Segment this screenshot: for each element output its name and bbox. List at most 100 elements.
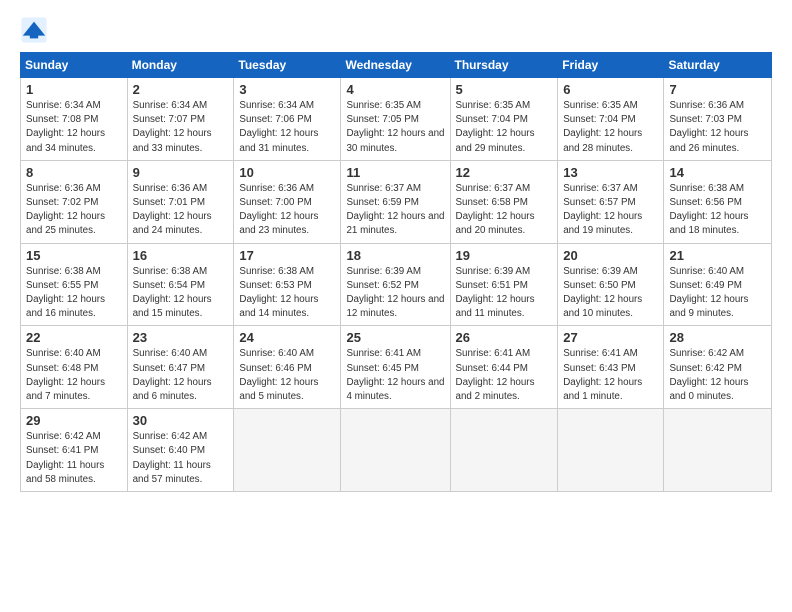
day-info: Sunrise: 6:34 AMSunset: 7:08 PMDaylight:… [26, 100, 105, 154]
day-number: 6 [563, 82, 658, 97]
calendar-cell: 11 Sunrise: 6:37 AMSunset: 6:59 PMDaylig… [341, 160, 450, 243]
calendar-cell: 21 Sunrise: 6:40 AMSunset: 6:49 PMDaylig… [664, 243, 772, 326]
calendar-cell: 23 Sunrise: 6:40 AMSunset: 6:47 PMDaylig… [127, 326, 234, 409]
calendar-cell: 26 Sunrise: 6:41 AMSunset: 6:44 PMDaylig… [450, 326, 558, 409]
day-info: Sunrise: 6:40 AMSunset: 6:48 PMDaylight:… [26, 348, 105, 402]
day-number: 5 [456, 82, 553, 97]
day-number: 14 [669, 165, 766, 180]
day-info: Sunrise: 6:40 AMSunset: 6:49 PMDaylight:… [669, 266, 748, 320]
day-number: 29 [26, 413, 122, 428]
calendar-cell [664, 409, 772, 492]
day-number: 23 [133, 330, 229, 345]
day-info: Sunrise: 6:41 AMSunset: 6:44 PMDaylight:… [456, 348, 535, 402]
calendar-cell: 18 Sunrise: 6:39 AMSunset: 6:52 PMDaylig… [341, 243, 450, 326]
calendar-cell: 6 Sunrise: 6:35 AMSunset: 7:04 PMDayligh… [558, 78, 664, 161]
day-number: 3 [239, 82, 335, 97]
day-info: Sunrise: 6:37 AMSunset: 6:57 PMDaylight:… [563, 183, 642, 237]
day-info: Sunrise: 6:35 AMSunset: 7:05 PMDaylight:… [346, 100, 444, 154]
header-sunday: Sunday [21, 53, 128, 78]
day-number: 22 [26, 330, 122, 345]
header-thursday: Thursday [450, 53, 558, 78]
day-number: 12 [456, 165, 553, 180]
calendar-cell: 13 Sunrise: 6:37 AMSunset: 6:57 PMDaylig… [558, 160, 664, 243]
calendar-cell: 2 Sunrise: 6:34 AMSunset: 7:07 PMDayligh… [127, 78, 234, 161]
calendar-cell: 5 Sunrise: 6:35 AMSunset: 7:04 PMDayligh… [450, 78, 558, 161]
calendar-table: SundayMondayTuesdayWednesdayThursdayFrid… [20, 52, 772, 492]
calendar-cell [558, 409, 664, 492]
calendar-cell: 12 Sunrise: 6:37 AMSunset: 6:58 PMDaylig… [450, 160, 558, 243]
calendar-cell: 24 Sunrise: 6:40 AMSunset: 6:46 PMDaylig… [234, 326, 341, 409]
logo [20, 16, 52, 44]
day-info: Sunrise: 6:38 AMSunset: 6:53 PMDaylight:… [239, 266, 318, 320]
header-tuesday: Tuesday [234, 53, 341, 78]
week-row-3: 15 Sunrise: 6:38 AMSunset: 6:55 PMDaylig… [21, 243, 772, 326]
day-number: 27 [563, 330, 658, 345]
day-info: Sunrise: 6:40 AMSunset: 6:47 PMDaylight:… [133, 348, 212, 402]
day-info: Sunrise: 6:39 AMSunset: 6:52 PMDaylight:… [346, 266, 444, 320]
day-number: 24 [239, 330, 335, 345]
day-info: Sunrise: 6:39 AMSunset: 6:50 PMDaylight:… [563, 266, 642, 320]
calendar-cell: 28 Sunrise: 6:42 AMSunset: 6:42 PMDaylig… [664, 326, 772, 409]
day-number: 9 [133, 165, 229, 180]
day-info: Sunrise: 6:42 AMSunset: 6:40 PMDaylight:… [133, 431, 211, 485]
calendar-cell: 25 Sunrise: 6:41 AMSunset: 6:45 PMDaylig… [341, 326, 450, 409]
day-info: Sunrise: 6:34 AMSunset: 7:06 PMDaylight:… [239, 100, 318, 154]
calendar-cell: 15 Sunrise: 6:38 AMSunset: 6:55 PMDaylig… [21, 243, 128, 326]
week-row-2: 8 Sunrise: 6:36 AMSunset: 7:02 PMDayligh… [21, 160, 772, 243]
day-number: 15 [26, 248, 122, 263]
day-info: Sunrise: 6:38 AMSunset: 6:54 PMDaylight:… [133, 266, 212, 320]
calendar-cell [341, 409, 450, 492]
day-info: Sunrise: 6:40 AMSunset: 6:46 PMDaylight:… [239, 348, 318, 402]
calendar-cell [450, 409, 558, 492]
day-info: Sunrise: 6:36 AMSunset: 7:03 PMDaylight:… [669, 100, 748, 154]
page: SundayMondayTuesdayWednesdayThursdayFrid… [0, 0, 792, 612]
header-wednesday: Wednesday [341, 53, 450, 78]
header [20, 16, 772, 44]
day-number: 17 [239, 248, 335, 263]
day-number: 26 [456, 330, 553, 345]
day-number: 21 [669, 248, 766, 263]
header-monday: Monday [127, 53, 234, 78]
calendar-cell: 14 Sunrise: 6:38 AMSunset: 6:56 PMDaylig… [664, 160, 772, 243]
calendar-cell: 19 Sunrise: 6:39 AMSunset: 6:51 PMDaylig… [450, 243, 558, 326]
day-info: Sunrise: 6:35 AMSunset: 7:04 PMDaylight:… [563, 100, 642, 154]
week-row-5: 29 Sunrise: 6:42 AMSunset: 6:41 PMDaylig… [21, 409, 772, 492]
calendar-cell: 4 Sunrise: 6:35 AMSunset: 7:05 PMDayligh… [341, 78, 450, 161]
calendar-cell: 20 Sunrise: 6:39 AMSunset: 6:50 PMDaylig… [558, 243, 664, 326]
calendar-cell: 30 Sunrise: 6:42 AMSunset: 6:40 PMDaylig… [127, 409, 234, 492]
day-info: Sunrise: 6:39 AMSunset: 6:51 PMDaylight:… [456, 266, 535, 320]
calendar-cell: 7 Sunrise: 6:36 AMSunset: 7:03 PMDayligh… [664, 78, 772, 161]
calendar-cell: 10 Sunrise: 6:36 AMSunset: 7:00 PMDaylig… [234, 160, 341, 243]
day-number: 16 [133, 248, 229, 263]
day-number: 7 [669, 82, 766, 97]
day-number: 30 [133, 413, 229, 428]
calendar-cell: 17 Sunrise: 6:38 AMSunset: 6:53 PMDaylig… [234, 243, 341, 326]
day-number: 18 [346, 248, 444, 263]
day-info: Sunrise: 6:42 AMSunset: 6:42 PMDaylight:… [669, 348, 748, 402]
day-info: Sunrise: 6:37 AMSunset: 6:58 PMDaylight:… [456, 183, 535, 237]
day-number: 2 [133, 82, 229, 97]
day-number: 11 [346, 165, 444, 180]
day-info: Sunrise: 6:41 AMSunset: 6:45 PMDaylight:… [346, 348, 444, 402]
day-number: 13 [563, 165, 658, 180]
day-info: Sunrise: 6:36 AMSunset: 7:02 PMDaylight:… [26, 183, 105, 237]
day-number: 25 [346, 330, 444, 345]
calendar-cell: 8 Sunrise: 6:36 AMSunset: 7:02 PMDayligh… [21, 160, 128, 243]
calendar-cell: 22 Sunrise: 6:40 AMSunset: 6:48 PMDaylig… [21, 326, 128, 409]
day-number: 10 [239, 165, 335, 180]
calendar-cell: 9 Sunrise: 6:36 AMSunset: 7:01 PMDayligh… [127, 160, 234, 243]
day-info: Sunrise: 6:41 AMSunset: 6:43 PMDaylight:… [563, 348, 642, 402]
logo-icon [20, 16, 48, 44]
day-number: 20 [563, 248, 658, 263]
day-number: 1 [26, 82, 122, 97]
day-info: Sunrise: 6:42 AMSunset: 6:41 PMDaylight:… [26, 431, 104, 485]
calendar-cell: 16 Sunrise: 6:38 AMSunset: 6:54 PMDaylig… [127, 243, 234, 326]
day-number: 19 [456, 248, 553, 263]
week-row-1: 1 Sunrise: 6:34 AMSunset: 7:08 PMDayligh… [21, 78, 772, 161]
calendar-cell: 29 Sunrise: 6:42 AMSunset: 6:41 PMDaylig… [21, 409, 128, 492]
day-number: 4 [346, 82, 444, 97]
header-friday: Friday [558, 53, 664, 78]
day-info: Sunrise: 6:37 AMSunset: 6:59 PMDaylight:… [346, 183, 444, 237]
header-saturday: Saturday [664, 53, 772, 78]
day-number: 8 [26, 165, 122, 180]
